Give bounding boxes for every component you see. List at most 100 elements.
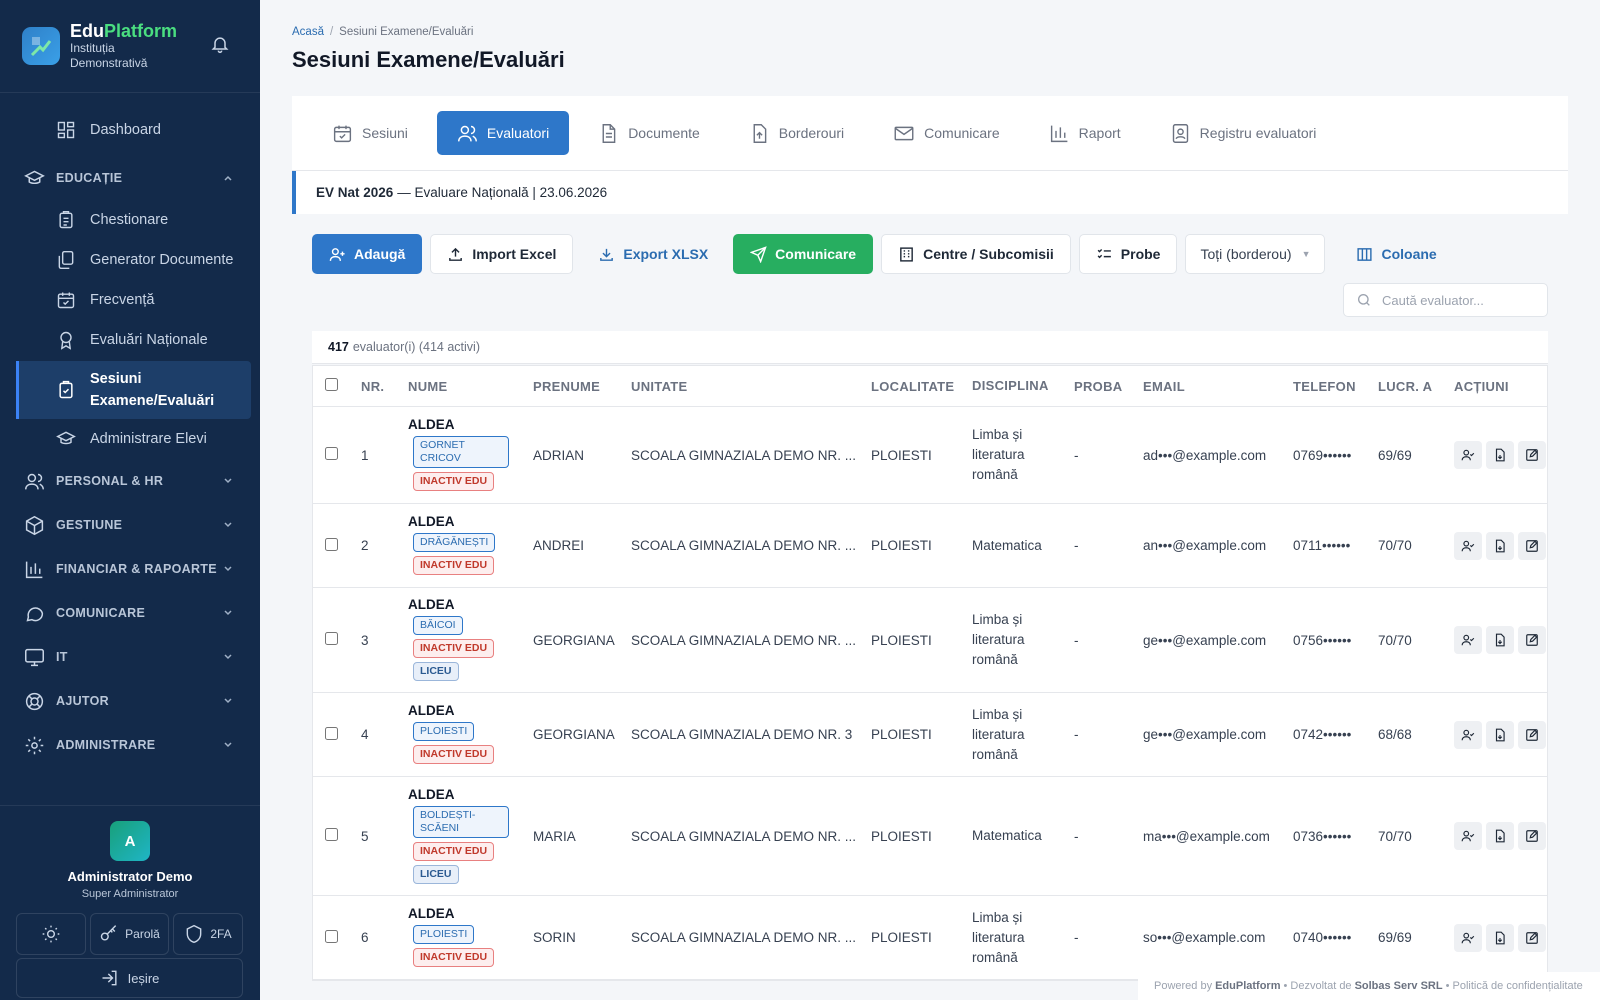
- assign-user-button[interactable]: [1454, 720, 1482, 749]
- breadcrumb: Acasă / Sesiuni Examene/Evaluări: [292, 26, 474, 38]
- tab-sesiuni[interactable]: Sesiuni: [312, 111, 428, 155]
- assign-user-button[interactable]: [1454, 626, 1482, 654]
- footer-privacy[interactable]: • Politică de confidențialitate: [1446, 980, 1583, 992]
- column-header[interactable]: DISCIPLINA: [972, 376, 1074, 396]
- search-input[interactable]: [1382, 292, 1532, 308]
- tab-documente[interactable]: Documente: [578, 111, 720, 155]
- cell-nr: 3: [361, 632, 369, 648]
- tab-raport[interactable]: Raport: [1029, 111, 1141, 155]
- sidebar-item-dashboard[interactable]: Dashboard: [0, 110, 260, 150]
- column-header[interactable]: PROBA: [1074, 379, 1143, 394]
- column-header[interactable]: TELEFON: [1293, 379, 1378, 394]
- sidebar-item-admin-elevi[interactable]: Administrare Elevi: [0, 419, 260, 459]
- footer-brand[interactable]: EduPlatform: [1215, 980, 1280, 992]
- edit-button[interactable]: [1518, 626, 1546, 654]
- row-checkbox[interactable]: [325, 726, 338, 740]
- footer-dev: • Dezvoltat de: [1283, 980, 1352, 992]
- count-label: evaluator(i) (414 activi): [352, 340, 480, 354]
- edit-button[interactable]: [1518, 531, 1546, 560]
- sidebar-section-personal[interactable]: PERSONAL & HR: [0, 459, 260, 503]
- export-xlsx-button[interactable]: Export XLSX: [581, 234, 725, 274]
- sidebar-item-evaluari[interactable]: Evaluări Naționale: [0, 320, 260, 360]
- cell-localitate: PLOIESTI: [871, 538, 932, 553]
- tab-borderouri[interactable]: Borderouri: [729, 111, 864, 155]
- column-header[interactable]: LOCALITATE: [871, 379, 972, 394]
- toolbar: Adaugă Import Excel Export XLSX Comunica…: [312, 234, 1462, 274]
- column-header[interactable]: PRENUME: [533, 379, 631, 394]
- cell-disciplina: Matematica: [972, 828, 1042, 843]
- download-doc-button[interactable]: [1486, 720, 1514, 749]
- edit-button[interactable]: [1518, 822, 1546, 850]
- last-name: ALDEA: [408, 514, 455, 529]
- tab-registru[interactable]: Registru evaluatori: [1150, 111, 1337, 155]
- cell-prenume: GEORGIANA: [533, 727, 615, 742]
- columns-button[interactable]: Coloane: [1339, 234, 1453, 274]
- column-header[interactable]: UNITATE: [631, 379, 871, 394]
- assign-user-button[interactable]: [1454, 822, 1482, 850]
- sidebar-item-chestionare[interactable]: Chestionare: [0, 200, 260, 240]
- assign-user-button[interactable]: [1454, 441, 1482, 469]
- sidebar-section-ajutor[interactable]: AJUTOR: [0, 679, 260, 723]
- edit-button[interactable]: [1518, 720, 1546, 749]
- row-checkbox[interactable]: [325, 447, 338, 460]
- sidebar-section-gestiune[interactable]: GESTIUNE: [0, 503, 260, 547]
- cell-telefon: 0742••••••: [1293, 727, 1352, 742]
- borderou-filter-select[interactable]: Toți (borderou) ▼: [1185, 234, 1326, 274]
- add-button[interactable]: Adaugă: [312, 234, 423, 274]
- status-badge: INACTIV EDU: [413, 639, 495, 658]
- chevron-down-icon: [224, 654, 232, 660]
- column-header: ACȚIUNI: [1454, 378, 1509, 394]
- download-doc-button[interactable]: [1486, 531, 1514, 560]
- row-checkbox[interactable]: [325, 632, 338, 645]
- centre-button[interactable]: Centre / Subcomisii: [881, 234, 1071, 274]
- cell-proba: -: [1074, 828, 1079, 844]
- row-checkbox[interactable]: [325, 929, 338, 943]
- locality-badge: GORNET CRICOV: [413, 436, 509, 468]
- avatar: A: [110, 821, 150, 861]
- bell-icon[interactable]: [210, 34, 230, 54]
- sidebar: EduPlatform Instituția Demonstrativă Das…: [0, 0, 260, 1000]
- download-doc-button[interactable]: [1486, 626, 1514, 654]
- tab-evaluatori[interactable]: Evaluatori: [436, 111, 570, 155]
- import-excel-button[interactable]: Import Excel: [430, 234, 574, 274]
- sidebar-item-generator[interactable]: Generator Documente: [0, 240, 260, 280]
- brand: EduPlatform Instituția Demonstrativă: [0, 0, 260, 93]
- cell-nume: ALDEA BĂICOI INACTIV EDU LICEU: [408, 597, 533, 683]
- assign-user-button[interactable]: [1454, 531, 1482, 560]
- cell-disciplina: Limba și literatura română: [972, 612, 1025, 667]
- caret-down-icon: ▼: [1301, 249, 1311, 259]
- chat-icon: [26, 606, 44, 621]
- sidebar-section-administrare[interactable]: ADMINISTRARE: [0, 723, 260, 767]
- assign-user-button[interactable]: [1454, 923, 1482, 952]
- download-doc-button[interactable]: [1486, 822, 1514, 850]
- column-header[interactable]: NR.: [361, 379, 408, 394]
- row-checkbox[interactable]: [325, 537, 338, 551]
- row-checkbox[interactable]: [325, 828, 338, 841]
- select-all-checkbox[interactable]: [325, 378, 338, 391]
- theme-toggle-button[interactable]: [16, 913, 86, 955]
- 2fa-button[interactable]: 2FA: [173, 913, 243, 955]
- download-doc-button[interactable]: [1486, 441, 1514, 469]
- sidebar-section-educatie[interactable]: EDUCAȚIE: [0, 156, 260, 200]
- sidebar-item-frecventa[interactable]: Frecvență: [0, 280, 260, 320]
- password-button[interactable]: Parolă: [90, 913, 169, 955]
- footer-company[interactable]: Solbas Serv SRL: [1355, 980, 1443, 992]
- column-header[interactable]: LUCR. A: [1378, 379, 1454, 394]
- comunicare-button[interactable]: Comunicare: [733, 234, 874, 274]
- edit-button[interactable]: [1518, 441, 1546, 469]
- breadcrumb-home[interactable]: Acasă: [292, 26, 324, 38]
- cell-nume: ALDEA DRĂGĂNEȘTI INACTIV EDU: [408, 514, 533, 577]
- tab-comunicare[interactable]: Comunicare: [873, 111, 1019, 155]
- edit-button[interactable]: [1518, 923, 1546, 952]
- download-icon: [600, 248, 614, 261]
- sidebar-section-comunicare[interactable]: COMUNICARE: [0, 591, 260, 635]
- logout-button[interactable]: Ieșire: [16, 958, 243, 998]
- sidebar-section-financiar[interactable]: FINANCIAR & RAPOARTE: [0, 547, 260, 591]
- probe-button[interactable]: Probe: [1078, 234, 1178, 274]
- sidebar-section-it[interactable]: IT: [0, 635, 260, 679]
- column-header[interactable]: NUME: [408, 379, 533, 394]
- column-header[interactable]: EMAIL: [1143, 379, 1293, 394]
- download-doc-button[interactable]: [1486, 923, 1514, 952]
- graduation-cap-icon: [24, 170, 45, 184]
- sidebar-item-sesiuni[interactable]: Sesiuni Examene/Evaluări: [16, 361, 251, 419]
